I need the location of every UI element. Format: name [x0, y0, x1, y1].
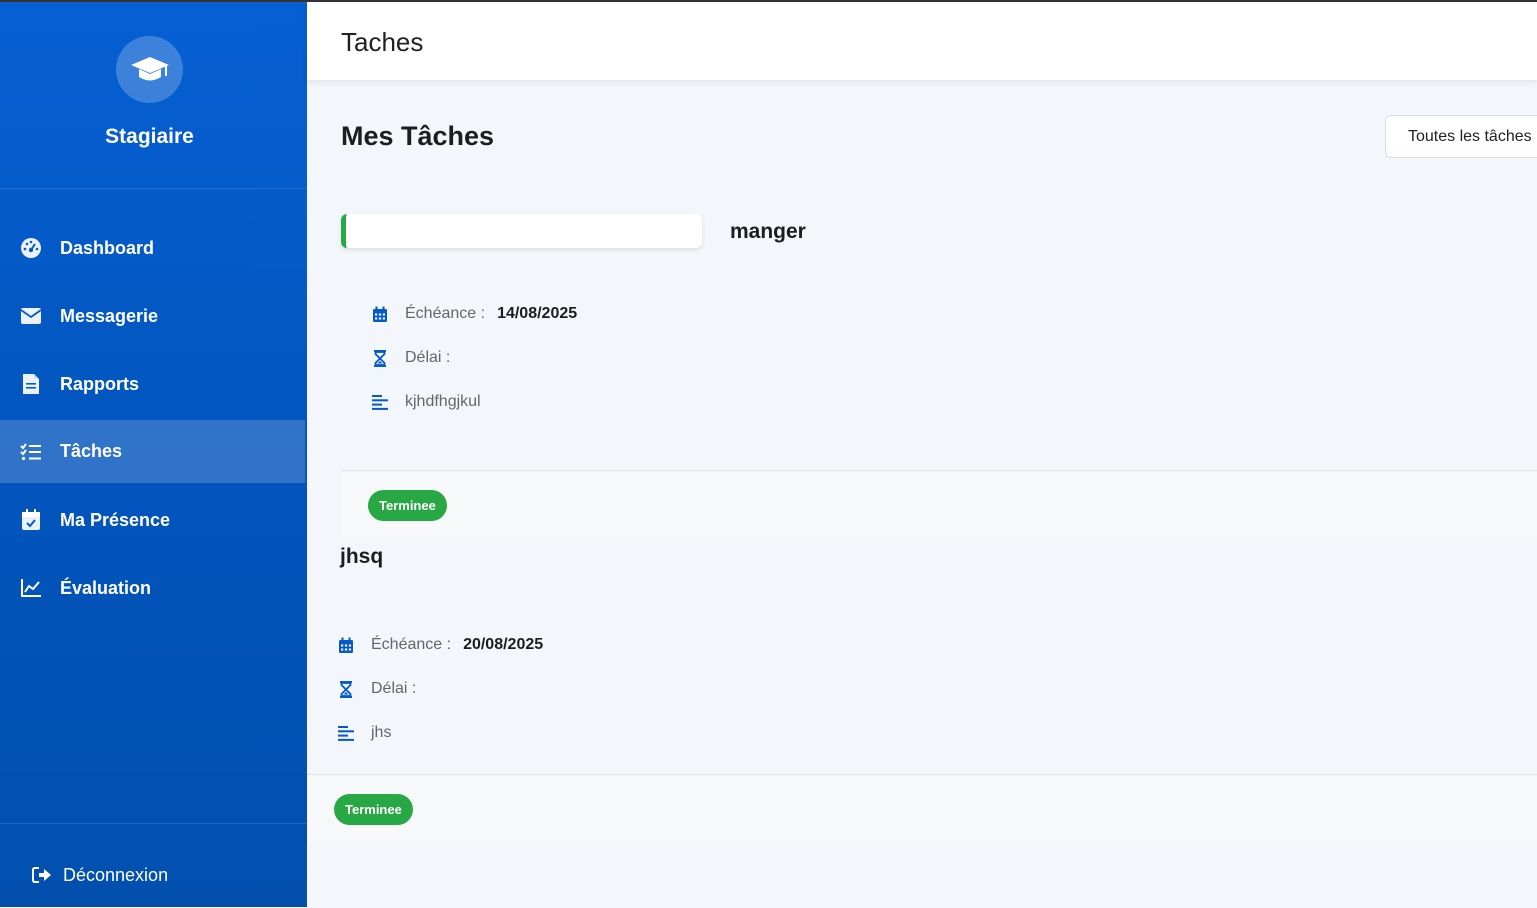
sidebar-item-rapports[interactable]: Rapports	[0, 350, 307, 418]
sign-out-icon	[31, 864, 53, 886]
section-title: Mes Tâches	[341, 121, 495, 151]
hourglass-icon	[337, 680, 355, 698]
align-left-icon	[337, 724, 355, 742]
task-description-row: jhs	[337, 724, 391, 742]
status-badge: Terminee	[368, 490, 447, 521]
task-progress-bar	[341, 214, 702, 248]
logout-button[interactable]: Déconnexion	[31, 864, 168, 886]
document-icon	[20, 373, 42, 395]
task-delay-row: Délai :	[337, 680, 416, 698]
sidebar-item-ma-presence[interactable]: Ma Présence	[0, 486, 307, 554]
sidebar-item-evaluation[interactable]: Évaluation	[0, 554, 307, 622]
align-left-icon	[371, 393, 389, 411]
sidebar-item-label: Tâches	[60, 441, 123, 461]
logout-label: Déconnexion	[63, 864, 169, 885]
status-badge: Terminee	[334, 794, 413, 825]
envelope-icon	[20, 305, 42, 327]
dashboard-icon	[20, 237, 42, 259]
sidebar-item-taches[interactable]: Tâches	[0, 420, 305, 483]
task-card: manger Échéance : 14/08/2025 Délai : kjh…	[341, 190, 1537, 541]
task-description: jhs	[371, 724, 392, 741]
calendar-icon	[371, 305, 389, 323]
sidebar-item-label: Messagerie	[60, 305, 159, 326]
calendar-icon	[337, 636, 355, 654]
brand-name: Stagiaire	[105, 125, 194, 148]
sidebar-item-label: Dashboard	[60, 237, 155, 258]
due-label: Échéance :	[371, 636, 452, 653]
delay-label: Délai :	[371, 680, 417, 697]
line-chart-icon	[20, 577, 42, 599]
task-title: manger	[730, 220, 806, 243]
sidebar-brand: Stagiaire	[0, 0, 307, 189]
task-description-row: kjhdfhgjkul	[371, 393, 481, 411]
sidebar-item-label: Rapports	[60, 373, 140, 394]
task-due-row: Échéance : 14/08/2025	[371, 305, 577, 323]
sidebar-item-messagerie[interactable]: Messagerie	[0, 282, 307, 350]
top-header: Taches	[307, 2, 1537, 80]
sidebar-nav: Dashboard Messagerie Rapports Tâches Ma …	[0, 214, 307, 622]
sidebar-item-label: Évaluation	[60, 577, 152, 598]
window-top-border	[0, 0, 1537, 2]
due-label: Échéance :	[405, 305, 486, 322]
due-date: 20/08/2025	[463, 636, 544, 653]
task-card-footer: Terminee	[307, 774, 1537, 845]
calendar-check-icon	[20, 509, 42, 531]
graduation-cap-icon	[130, 56, 169, 80]
due-date: 14/08/2025	[497, 305, 578, 322]
delay-label: Délai :	[405, 349, 451, 366]
sidebar: Stagiaire Dashboard Messagerie Rapports …	[0, 0, 307, 907]
sidebar-item-label: Ma Présence	[60, 509, 171, 530]
task-filter-dropdown[interactable]: Toutes les tâches	[1385, 115, 1537, 158]
task-title: jhsq	[340, 545, 384, 568]
task-due-row: Échéance : 20/08/2025	[337, 636, 543, 654]
logout-section: Déconnexion	[0, 823, 307, 908]
task-list-icon	[20, 441, 42, 463]
task-card-footer: Terminee	[341, 470, 1537, 541]
task-description: kjhdfhgjkul	[405, 393, 481, 410]
avatar	[116, 36, 183, 103]
page-title: Taches	[341, 27, 424, 57]
task-delay-row: Délai :	[371, 349, 450, 367]
sidebar-item-dashboard[interactable]: Dashboard	[0, 214, 307, 282]
hourglass-icon	[371, 349, 389, 367]
